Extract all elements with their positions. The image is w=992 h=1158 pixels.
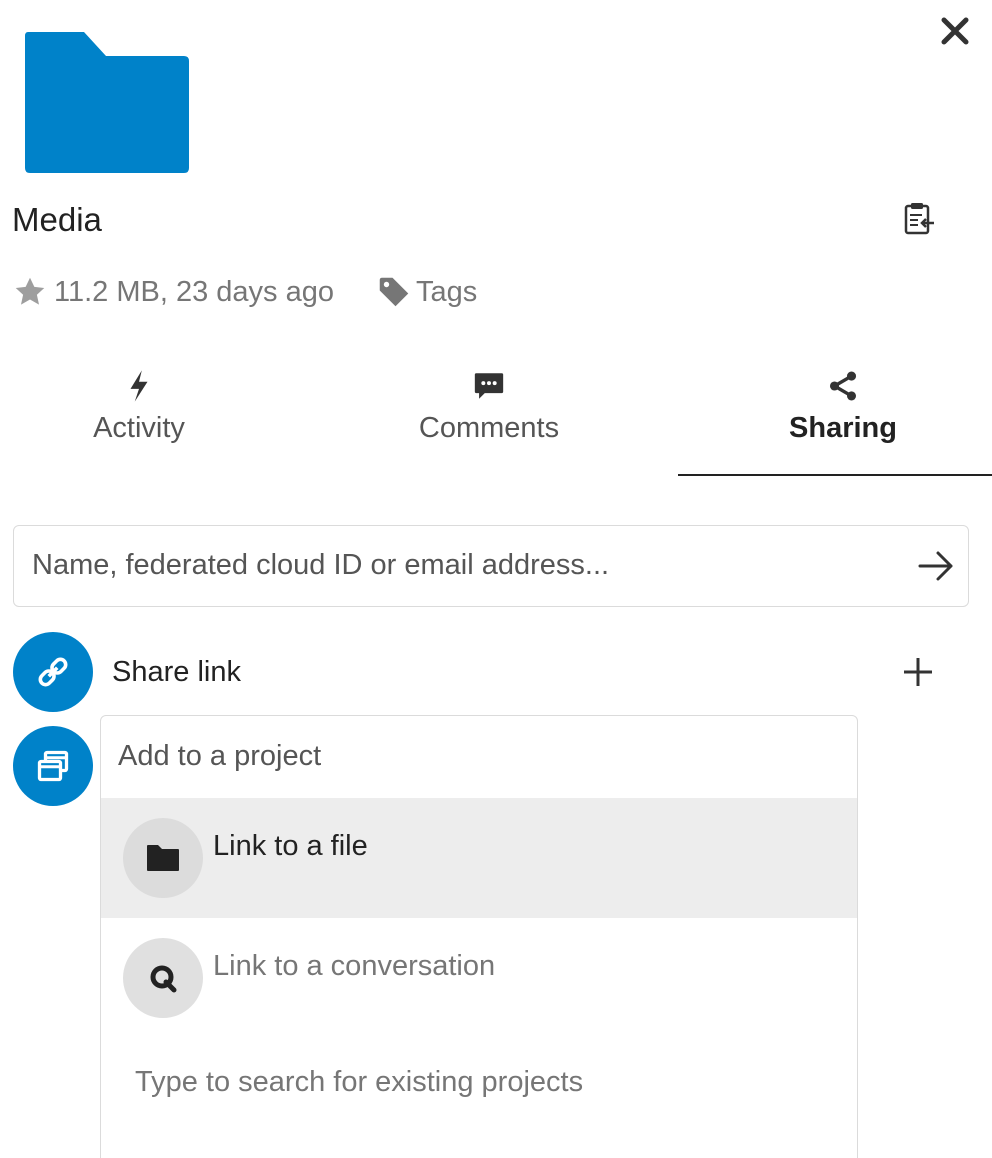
project-search-input[interactable] [101, 716, 857, 796]
link-icon [38, 657, 68, 687]
tab-comments[interactable]: Comments [324, 364, 654, 474]
clipboard-icon [904, 203, 934, 235]
folder-thumbnail [24, 30, 190, 174]
share-icon [823, 366, 863, 406]
projects-avatar [13, 726, 93, 806]
add-share-link-button[interactable] [894, 648, 942, 696]
tab-label: Comments [418, 412, 560, 444]
file-size-time: 11.2 MB, 23 days ago [54, 275, 334, 308]
talk-option-icon [123, 938, 203, 1018]
file-meta-row: 11.2 MB, 23 days ago Tags [12, 270, 477, 314]
option-label: Link to a conversation [213, 949, 496, 982]
comment-icon [469, 366, 509, 406]
copy-link-button[interactable] [896, 196, 940, 240]
projects-icon [37, 750, 69, 782]
folder-icon [147, 845, 179, 871]
star-icon [15, 277, 45, 305]
active-tab-indicator [678, 474, 992, 476]
folder-option-icon [123, 818, 203, 898]
tag-icon [376, 274, 412, 310]
share-link-avatar [13, 632, 93, 712]
share-link-label: Share link [112, 656, 241, 688]
tab-sharing[interactable]: Sharing [678, 364, 992, 474]
project-select [100, 715, 858, 799]
close-icon [941, 17, 969, 45]
tab-label: Sharing [789, 412, 897, 444]
search-hint: Type to search for existing projects [135, 1066, 584, 1098]
option-label: Link to a file [213, 829, 368, 862]
project-dropdown: Link to a file Link to a conversation Ty… [100, 798, 858, 1158]
tags-label: Tags [415, 275, 478, 308]
talk-icon [150, 965, 177, 993]
close-button[interactable] [932, 8, 978, 54]
share-search-field [13, 525, 969, 607]
tab-label: Activity [93, 412, 185, 444]
option-link-to-file[interactable]: Link to a file [101, 798, 857, 918]
submit-share-button[interactable] [912, 542, 960, 590]
plus-icon [904, 658, 932, 686]
tab-activity[interactable]: Activity [0, 364, 304, 474]
favorite-star-button[interactable] [12, 274, 48, 310]
tags-button[interactable]: Tags [376, 274, 477, 310]
arrow-right-icon [918, 551, 953, 581]
share-search-input[interactable] [14, 526, 894, 605]
file-title: Media [12, 201, 102, 238]
option-link-to-conversation[interactable]: Link to a conversation [101, 918, 857, 1038]
folder-icon [25, 32, 189, 173]
lightning-icon [119, 366, 159, 406]
